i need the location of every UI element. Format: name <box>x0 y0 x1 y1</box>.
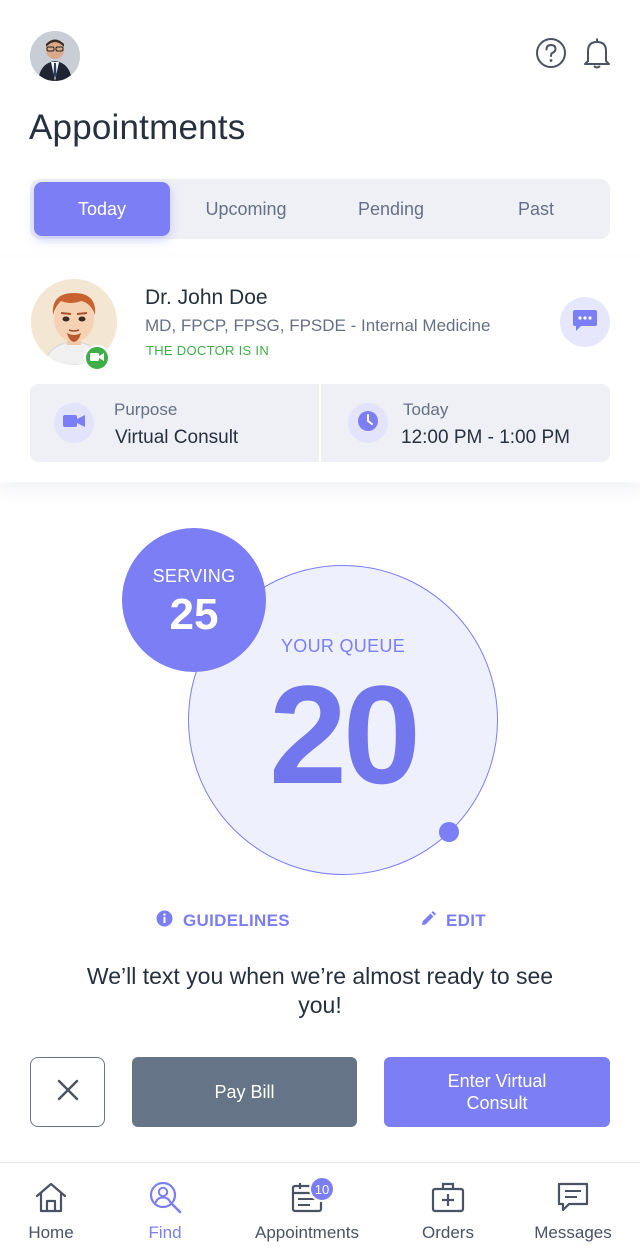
user-avatar[interactable] <box>30 31 80 81</box>
guidelines-link[interactable]: GUIDELINES <box>156 908 290 934</box>
purpose-value: Virtual Consult <box>115 427 239 448</box>
bell-icon <box>582 37 612 74</box>
nav-find-label: Find <box>148 1223 182 1242</box>
find-doctor-icon <box>147 1179 183 1215</box>
appointments-count-badge: 10 <box>309 1176 335 1202</box>
serving-label: SERVING <box>152 566 236 586</box>
appointment-card: Dr. John Doe MD, FPCP, FPSG, FPSDE - Int… <box>0 258 640 482</box>
tab-today[interactable]: Today <box>34 182 170 236</box>
chat-bubble-icon <box>572 308 598 337</box>
pencil-icon <box>420 910 436 932</box>
guidelines-label: GUIDELINES <box>183 911 290 930</box>
close-icon <box>57 1079 79 1106</box>
notifications-button[interactable] <box>580 38 614 72</box>
info-icon <box>156 910 173 932</box>
nav-messages-label: Messages <box>534 1223 612 1242</box>
tab-pending[interactable]: Pending <box>322 182 460 236</box>
cancel-button[interactable] <box>30 1057 105 1127</box>
edit-link[interactable]: EDIT <box>420 908 486 934</box>
nav-home-label: Home <box>28 1223 74 1242</box>
nav-find[interactable]: Find <box>122 1163 208 1258</box>
details-divider <box>319 384 321 462</box>
edit-label: EDIT <box>446 911 486 930</box>
time-icon-wrap <box>348 403 388 443</box>
doctor-name: Dr. John Doe <box>145 286 268 309</box>
doctor-status: THE DOCTOR IS IN <box>146 343 270 358</box>
serving-badge: SERVING 25 <box>122 528 266 672</box>
medical-kit-icon <box>430 1179 466 1215</box>
purpose-label: Purpose <box>114 400 178 419</box>
video-badge <box>84 345 110 371</box>
question-circle-icon <box>535 37 567 74</box>
nav-home[interactable]: Home <box>8 1163 94 1258</box>
nav-orders[interactable]: Orders <box>404 1163 492 1258</box>
video-camera-icon <box>90 349 104 367</box>
pay-bill-button[interactable]: Pay Bill <box>132 1057 357 1127</box>
your-queue-number: 20 <box>269 656 421 813</box>
tab-past[interactable]: Past <box>466 182 606 236</box>
message-icon <box>555 1179 591 1215</box>
appointment-tabs: Today Upcoming Pending Past <box>30 179 610 239</box>
serving-number: 25 <box>169 590 219 639</box>
notice-text: We’ll text you when we’re almost ready t… <box>86 963 554 1018</box>
nav-orders-label: Orders <box>422 1223 474 1242</box>
chat-button[interactable] <box>560 297 610 347</box>
page-title: Appointments <box>29 108 246 147</box>
enter-virtual-consult-button[interactable]: Enter Virtual Consult <box>384 1057 610 1127</box>
bottom-navigation: Home Find 10 Appointments Orders Message… <box>0 1162 640 1258</box>
doctor-credentials: MD, FPCP, FPSG, FPSDE - Internal Medicin… <box>145 316 491 335</box>
date-label: Today <box>403 400 449 419</box>
appointment-details: Purpose Virtual Consult Today 12:00 PM -… <box>30 384 610 462</box>
video-camera-icon <box>63 413 85 434</box>
help-button[interactable] <box>534 37 568 74</box>
calendar-icon: 10 <box>289 1176 335 1215</box>
nav-messages[interactable]: Messages <box>526 1163 620 1258</box>
queue-progress-dot <box>439 822 459 842</box>
nav-appointments-label: Appointments <box>255 1223 359 1242</box>
tab-upcoming[interactable]: Upcoming <box>176 182 316 236</box>
clock-icon <box>357 410 379 437</box>
nav-appointments[interactable]: 10 Appointments <box>248 1163 366 1258</box>
home-icon <box>33 1179 69 1215</box>
purpose-icon-wrap <box>54 403 94 443</box>
time-value: 12:00 PM - 1:00 PM <box>401 427 570 448</box>
